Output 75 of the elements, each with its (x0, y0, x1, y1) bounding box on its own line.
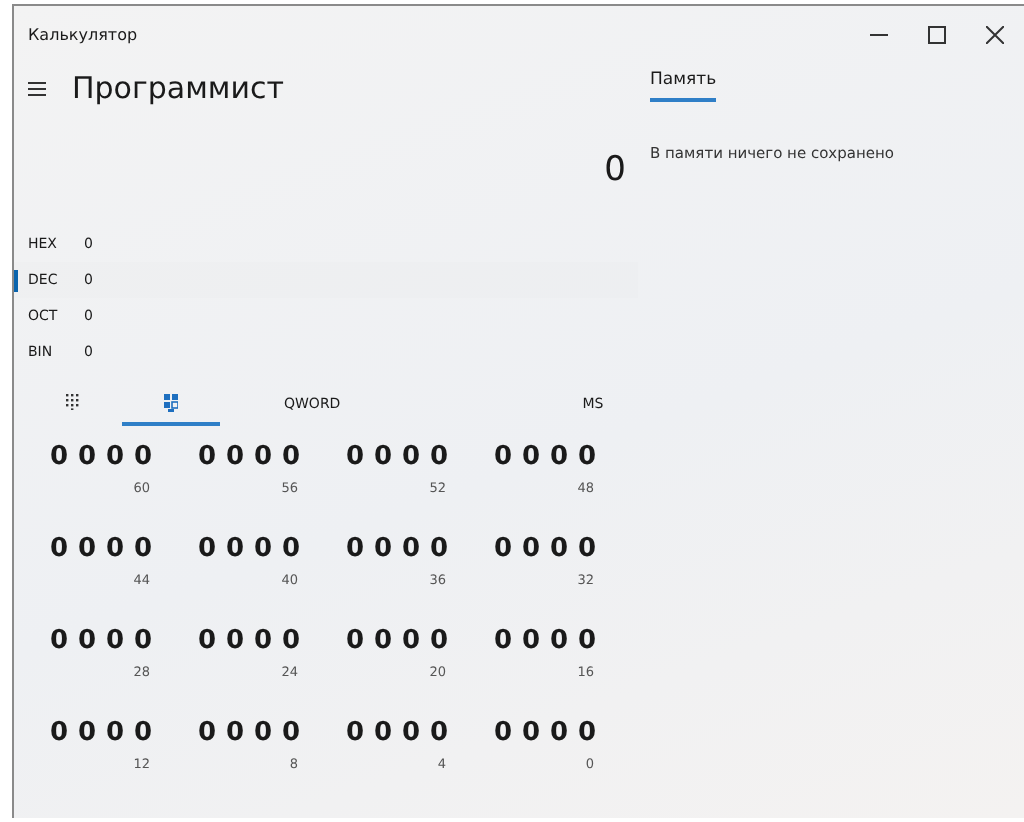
bit-digit[interactable]: 0 (105, 718, 125, 748)
bit-digit[interactable]: 0 (494, 442, 513, 472)
bit-digit[interactable]: 0 (225, 626, 245, 656)
bit-digit[interactable]: 0 (105, 626, 125, 656)
bit-digit[interactable]: 0 (373, 534, 393, 564)
bit-digit[interactable]: 0 (281, 626, 300, 656)
bit-digit[interactable]: 0 (429, 442, 448, 472)
bit-digit[interactable]: 0 (373, 442, 393, 472)
bit-digit[interactable]: 0 (549, 534, 569, 564)
bit-digit[interactable]: 0 (133, 534, 152, 564)
bit-digit[interactable]: 0 (401, 442, 421, 472)
bit-digit[interactable]: 0 (521, 534, 541, 564)
bit-digit[interactable]: 0 (50, 626, 69, 656)
bit-digit[interactable]: 0 (225, 534, 245, 564)
bit-digit[interactable]: 0 (346, 626, 365, 656)
menu-button[interactable] (28, 81, 46, 95)
bit-digit[interactable]: 0 (494, 626, 513, 656)
bit-digit[interactable]: 0 (50, 442, 69, 472)
bit-digit[interactable]: 0 (577, 718, 596, 748)
minimize-icon (870, 33, 888, 35)
bit-digit[interactable]: 0 (577, 534, 596, 564)
bit-digit[interactable]: 0 (346, 442, 365, 472)
close-icon (986, 25, 1004, 43)
bit-digit[interactable]: 0 (225, 442, 245, 472)
bit-digit[interactable]: 0 (281, 534, 300, 564)
bit-digit[interactable]: 0 (521, 626, 541, 656)
bit-digit[interactable]: 0 (549, 718, 569, 748)
bit-digit[interactable]: 0 (77, 534, 97, 564)
bit-digit[interactable]: 0 (105, 442, 125, 472)
bit-digit[interactable]: 0 (281, 442, 300, 472)
maximize-icon (928, 25, 946, 43)
bit-digit[interactable]: 0 (494, 534, 513, 564)
bit-digit[interactable]: 0 (549, 442, 569, 472)
bit-digit[interactable]: 0 (253, 718, 273, 748)
keypad-icon (66, 394, 80, 410)
bit-digit[interactable]: 0 (429, 534, 448, 564)
bit-digit[interactable]: 0 (198, 534, 217, 564)
bit-digit[interactable]: 0 (521, 442, 541, 472)
bit-digit[interactable]: 0 (225, 718, 245, 748)
bit-digit[interactable]: 0 (401, 534, 421, 564)
bit-digit[interactable]: 0 (346, 718, 365, 748)
window-title: Калькулятор (28, 25, 140, 43)
bit-digit[interactable]: 0 (401, 718, 421, 748)
mode-title: Программист (72, 70, 284, 106)
bit-digit[interactable]: 0 (577, 626, 596, 656)
bit-digit[interactable]: 0 (549, 626, 569, 656)
bit-digit[interactable]: 0 (77, 442, 97, 472)
bit-digit[interactable]: 0 (198, 718, 217, 748)
bit-digit[interactable]: 0 (50, 534, 69, 564)
bit-digit[interactable]: 0 (373, 718, 393, 748)
bit-digit[interactable]: 0 (281, 718, 300, 748)
bit-digit[interactable]: 0 (198, 442, 217, 472)
bit-digit[interactable]: 0 (77, 626, 97, 656)
bit-digit[interactable]: 0 (521, 718, 541, 748)
bit-digit[interactable]: 0 (577, 442, 596, 472)
bit-toggle-icon (164, 393, 178, 411)
bit-digit[interactable]: 0 (50, 718, 69, 748)
menu-icon (28, 81, 46, 95)
bit-digit[interactable]: 0 (77, 718, 97, 748)
bit-digit[interactable]: 0 (429, 718, 448, 748)
bit-digit[interactable]: 0 (346, 534, 365, 564)
bit-digit[interactable]: 0 (253, 442, 273, 472)
bit-digit[interactable]: 0 (253, 534, 273, 564)
bit-digit[interactable]: 0 (373, 626, 393, 656)
display-value: 0 (602, 148, 628, 194)
bit-digit[interactable]: 0 (105, 534, 125, 564)
bit-digit[interactable]: 0 (133, 718, 152, 748)
bit-digit[interactable]: 0 (253, 626, 273, 656)
bit-digit[interactable]: 0 (133, 626, 152, 656)
bit-digit[interactable]: 0 (133, 442, 152, 472)
bit-digit[interactable]: 0 (401, 626, 421, 656)
bit-digit[interactable]: 0 (198, 626, 217, 656)
bit-digit[interactable]: 0 (429, 626, 448, 656)
bit-digit[interactable]: 0 (494, 718, 513, 748)
memory-tab[interactable]: Память (650, 70, 717, 102)
